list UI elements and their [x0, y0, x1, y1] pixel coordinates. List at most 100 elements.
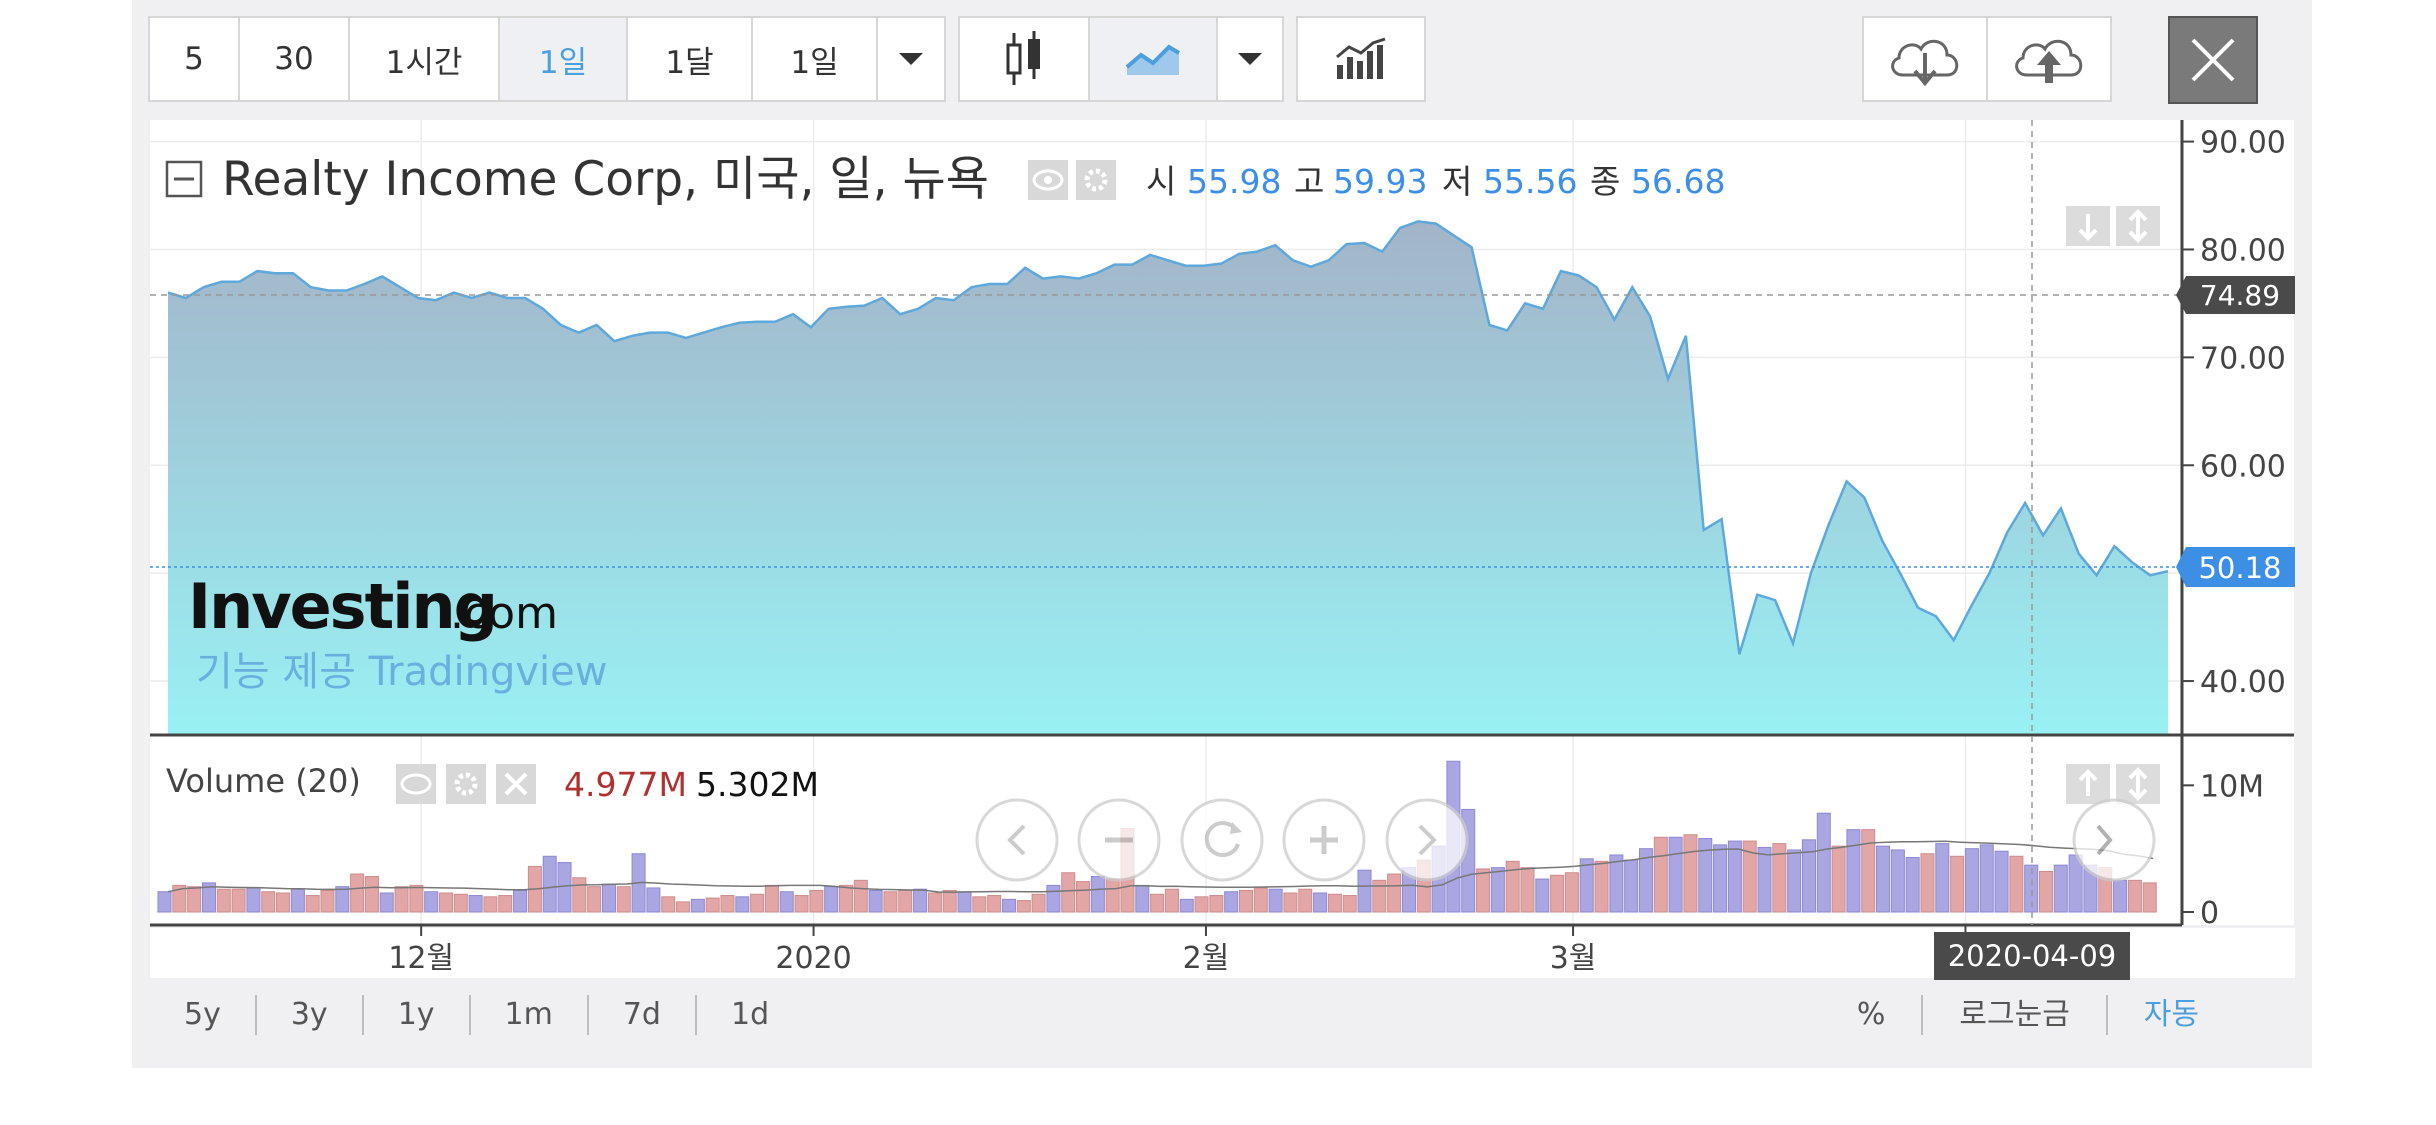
volume-bar	[1920, 853, 1935, 913]
log-scale-button[interactable]: 로그눈금	[1923, 995, 2108, 1035]
low-value: 55.56	[1483, 162, 1577, 201]
last-price-tag: 50.18	[2176, 547, 2295, 587]
volume-bar	[157, 891, 172, 913]
volume-bar	[1105, 878, 1120, 913]
volume-bar	[1061, 872, 1076, 913]
volume-bar	[720, 895, 735, 913]
volume-bar	[1535, 878, 1550, 913]
volume-bar	[1313, 892, 1328, 913]
volume-bar	[1194, 896, 1209, 913]
volume-bar	[1876, 845, 1891, 913]
volume-bar	[2113, 879, 2128, 913]
scroll-left-button[interactable]	[975, 798, 1059, 882]
volume-bar	[750, 893, 765, 913]
settings-button[interactable]	[1076, 160, 1116, 200]
volume-bar	[1238, 889, 1254, 913]
volume-bar	[764, 884, 779, 913]
volume-bar	[1861, 829, 1876, 913]
volume-bar	[1579, 858, 1594, 913]
volume-bar	[779, 891, 794, 913]
watermark-provider: 기능 제공 Tradingview	[196, 649, 608, 695]
volume-bar	[601, 883, 616, 913]
volume-bar	[2024, 864, 2039, 913]
auto-scale-button[interactable]: 자동	[2108, 995, 2235, 1035]
volume-bar	[1846, 829, 1861, 913]
volume-bar	[661, 896, 676, 913]
volume-bar	[453, 893, 468, 913]
volume-bar	[1476, 868, 1491, 913]
volume-bar	[1150, 893, 1165, 913]
volume-bar	[690, 898, 705, 913]
volume-bar	[809, 889, 824, 913]
volume-bar	[1298, 888, 1313, 913]
volume-bar	[483, 896, 498, 913]
close-label: 종	[1590, 162, 1620, 201]
volume-bar	[2053, 864, 2068, 913]
volume-settings-button[interactable]	[446, 764, 486, 804]
symbol-title: Realty Income Corp, 미국, 일, 뉴욕	[222, 152, 989, 207]
period-1d-button[interactable]: 1d	[697, 995, 803, 1035]
volume-bar	[276, 892, 291, 913]
volume-bar	[424, 891, 439, 913]
volume-bar	[468, 895, 483, 913]
volume-bar	[1653, 836, 1668, 913]
period-5y-button[interactable]: 5y	[150, 995, 257, 1035]
scroll-to-end-button[interactable]	[2072, 798, 2156, 882]
volume-bar	[1994, 850, 2009, 913]
period-3y-button[interactable]: 3y	[257, 995, 364, 1035]
volume-bar	[1564, 872, 1579, 913]
volume-bar	[616, 886, 631, 913]
price-chart[interactable]: 90.0080.0070.0060.0050.0040.0010M012월202…	[0, 0, 2436, 1125]
volume-bar	[1327, 893, 1342, 913]
open-label: 시	[1146, 162, 1176, 201]
volume-bar	[379, 892, 394, 913]
y-tick-label: 40.00	[2200, 665, 2286, 700]
volume-bar	[646, 887, 661, 913]
percent-scale-button[interactable]: %	[1821, 995, 1924, 1035]
high-value: 59.93	[1333, 162, 1427, 201]
volume-bar	[1801, 839, 1816, 913]
volume-bar	[1550, 874, 1565, 913]
volume-bar	[513, 889, 528, 913]
volume-bar	[1727, 840, 1742, 913]
volume-bar	[1283, 892, 1298, 913]
volume-bar	[350, 873, 365, 913]
period-1m-button[interactable]: 1m	[471, 995, 589, 1035]
volume-bar	[1609, 854, 1624, 913]
volume-bar	[320, 889, 335, 913]
volume-bar	[290, 888, 305, 913]
period-1y-button[interactable]: 1y	[364, 995, 471, 1035]
vol-y-tick-label: 0	[2200, 896, 2219, 931]
volume-bar	[364, 876, 379, 913]
volume-bar	[1787, 849, 1802, 913]
volume-bar	[1816, 812, 1831, 913]
volume-bar	[1357, 869, 1372, 913]
period-7d-button[interactable]: 7d	[589, 995, 697, 1035]
volume-bar	[231, 888, 246, 913]
volume-bar	[1016, 900, 1031, 913]
volume-bar	[1831, 845, 1846, 913]
volume-bar	[1224, 891, 1239, 913]
y-tick-label: 60.00	[2200, 449, 2286, 484]
volume-bar	[1268, 888, 1283, 913]
volume-bar	[2038, 870, 2054, 913]
volume-bar	[261, 891, 276, 913]
volume-bar	[942, 889, 957, 913]
volume-bar	[2142, 882, 2157, 913]
low-label: 저	[1442, 162, 1472, 201]
volume-bar	[1979, 844, 1994, 913]
x-tick-label: 3월	[1550, 941, 1597, 976]
volume-bar	[1890, 849, 1905, 913]
crosshair-price-tag: 74.89	[2176, 276, 2295, 314]
volume-bar	[794, 895, 809, 913]
volume-bar	[853, 879, 868, 913]
volume-bar	[824, 886, 839, 913]
volume-bar	[1624, 859, 1639, 913]
scroll-right-button[interactable]	[1385, 798, 1469, 882]
open-value: 55.98	[1187, 162, 1281, 201]
volume-bar	[305, 895, 320, 913]
reset-button[interactable]	[1180, 798, 1264, 882]
volume-bar	[557, 862, 572, 913]
volume-bar	[1209, 895, 1224, 913]
x-tick-label: 12월	[388, 941, 454, 976]
